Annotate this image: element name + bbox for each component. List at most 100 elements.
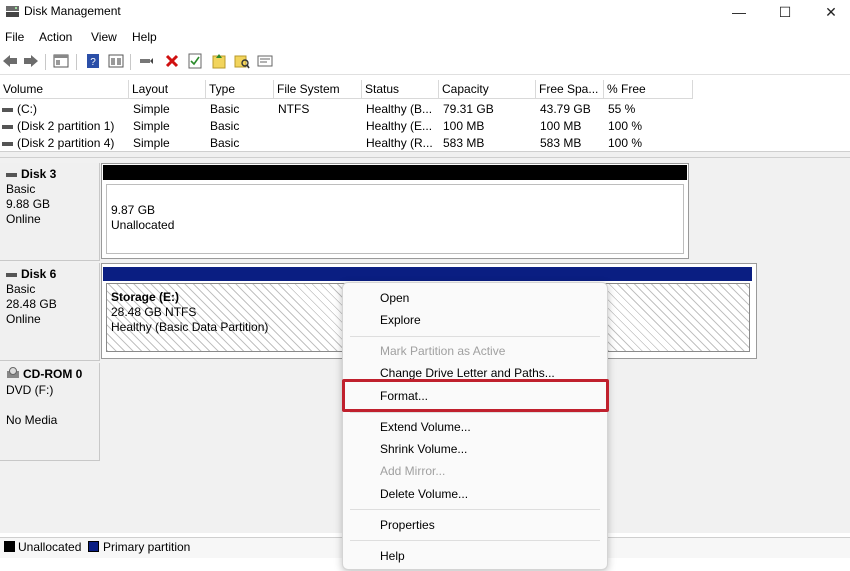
legend-label-primary: Primary partition xyxy=(103,540,191,554)
menu-help[interactable]: Help xyxy=(132,30,157,44)
minimize-button[interactable]: — xyxy=(716,0,762,24)
column-header-capacity[interactable]: Capacity xyxy=(439,80,536,99)
volume-name: (C:) xyxy=(17,102,37,116)
disk-type: Basic xyxy=(6,282,36,296)
properties-panel-icon[interactable] xyxy=(107,52,125,70)
volume-name: (Disk 2 partition 1) xyxy=(17,119,115,133)
disk-management-app-icon xyxy=(5,4,20,18)
drive-icon xyxy=(2,141,13,146)
cell-free-space: 583 MB xyxy=(540,136,582,150)
folder-up-icon[interactable] xyxy=(210,52,228,70)
menu-file[interactable]: File xyxy=(5,30,24,44)
column-header-volume[interactable]: Volume xyxy=(0,80,129,99)
cell-status: Healthy (E... xyxy=(366,119,433,133)
disk-icon xyxy=(6,272,17,277)
menu-separator xyxy=(350,509,600,510)
disk-type: Basic xyxy=(6,182,36,196)
connect-icon[interactable] xyxy=(137,52,155,70)
cell-layout: Simple xyxy=(133,102,170,116)
unallocated-bar xyxy=(103,165,687,180)
table-row[interactable]: (Disk 2 partition 4) xyxy=(2,136,129,150)
disk-size: 28.48 GB xyxy=(6,297,57,311)
cell-capacity: 100 MB xyxy=(443,119,485,133)
disk-size: 9.88 GB xyxy=(6,197,51,211)
column-header-percent-free[interactable]: % Free xyxy=(604,80,693,99)
delete-x-icon[interactable] xyxy=(163,52,181,70)
properties-icon[interactable] xyxy=(256,52,274,70)
drive-icon xyxy=(2,107,13,112)
disk-state: Online xyxy=(6,312,41,326)
disk-icon xyxy=(6,172,17,177)
cell-layout: Simple xyxy=(133,136,170,150)
menu-item-explore[interactable]: Explore xyxy=(380,313,421,327)
disk-name: CD-ROM 0 xyxy=(23,367,83,382)
toolbar xyxy=(0,48,850,75)
disk-name: Disk 3 xyxy=(21,167,57,181)
menu-item-mark-active: Mark Partition as Active xyxy=(380,344,506,358)
partition-size: 9.87 GB xyxy=(111,203,156,217)
column-header-file-system[interactable]: File System xyxy=(274,80,362,99)
cd-rom-icon xyxy=(6,367,20,383)
cell-capacity: 79.31 GB xyxy=(443,102,494,116)
menu-separator xyxy=(350,540,600,541)
checklist-icon[interactable] xyxy=(186,52,204,70)
drive-icon xyxy=(2,124,13,129)
toolbar-separator xyxy=(45,54,46,70)
menu-bar xyxy=(0,26,850,46)
cell-free-space: 100 MB xyxy=(540,119,582,133)
menu-item-extend-volume[interactable]: Extend Volume... xyxy=(380,420,471,434)
cell-status: Healthy (R... xyxy=(366,136,433,150)
menu-separator xyxy=(350,336,600,337)
cell-layout: Simple xyxy=(133,119,170,133)
maximize-icon: ☐ xyxy=(778,3,792,20)
cell-status: Healthy (B... xyxy=(366,102,433,116)
disk-label-disk-3[interactable]: Disk 3 Basic 9.88 GB Online xyxy=(0,163,100,261)
disk-label-cd-rom-0[interactable]: CD-ROM 0 DVD (F:) No Media xyxy=(0,363,100,461)
column-header-status[interactable]: Status xyxy=(362,80,439,99)
menu-item-add-mirror: Add Mirror... xyxy=(380,464,446,478)
toolbar-separator xyxy=(130,54,131,70)
close-icon: ✕ xyxy=(825,3,837,20)
table-row[interactable]: (Disk 2 partition 1) xyxy=(2,119,129,133)
column-header-free-space[interactable]: Free Spa... xyxy=(536,80,604,99)
menu-view[interactable]: View xyxy=(91,30,117,44)
format-highlight-box xyxy=(342,379,609,412)
menu-item-delete-volume[interactable]: Delete Volume... xyxy=(380,487,468,501)
disk-label-disk-6[interactable]: Disk 6 Basic 28.48 GB Online xyxy=(0,263,100,361)
forward-arrow-icon[interactable] xyxy=(22,52,40,70)
menu-separator xyxy=(350,412,600,413)
primary-partition-bar xyxy=(103,267,752,281)
cell-file-system: NTFS xyxy=(278,102,310,116)
legend-swatch-unallocated xyxy=(4,541,15,552)
menu-item-change-drive-letter[interactable]: Change Drive Letter and Paths... xyxy=(380,366,555,380)
maximize-button[interactable]: ☐ xyxy=(762,0,808,24)
search-folder-icon[interactable] xyxy=(233,52,251,70)
disk-name: Disk 6 xyxy=(21,267,57,281)
column-header-layout[interactable]: Layout xyxy=(129,80,206,99)
console-tree-icon[interactable] xyxy=(52,52,70,70)
cell-type: Basic xyxy=(210,119,240,133)
volume-name: (Disk 2 partition 4) xyxy=(17,136,115,150)
menu-item-properties[interactable]: Properties xyxy=(380,518,435,532)
legend-swatch-primary xyxy=(88,541,99,552)
menu-item-open[interactable]: Open xyxy=(380,291,409,305)
toolbar-separator xyxy=(76,54,77,70)
column-header-type[interactable]: Type xyxy=(206,80,274,99)
partition-box-disk-3[interactable]: 9.87 GB Unallocated xyxy=(101,163,689,259)
disk-state: Online xyxy=(6,212,41,226)
cell-type: Basic xyxy=(210,102,240,116)
pane-splitter[interactable] xyxy=(0,151,850,158)
close-button[interactable]: ✕ xyxy=(808,0,850,24)
cell-percent-free: 100 % xyxy=(608,119,643,133)
legend-label-unallocated: Unallocated xyxy=(18,540,82,554)
cell-capacity: 583 MB xyxy=(443,136,485,150)
menu-action[interactable]: Action xyxy=(39,30,72,44)
back-arrow-icon[interactable] xyxy=(1,52,19,70)
unallocated-region[interactable]: 9.87 GB Unallocated xyxy=(106,184,684,254)
menu-item-help[interactable]: Help xyxy=(380,549,405,563)
help-book-icon[interactable]: ? xyxy=(84,52,102,70)
cell-percent-free: 55 % xyxy=(608,102,636,116)
table-row[interactable]: (C:) xyxy=(2,102,129,116)
menu-item-shrink-volume[interactable]: Shrink Volume... xyxy=(380,442,467,456)
partition-status: Unallocated xyxy=(111,218,175,232)
